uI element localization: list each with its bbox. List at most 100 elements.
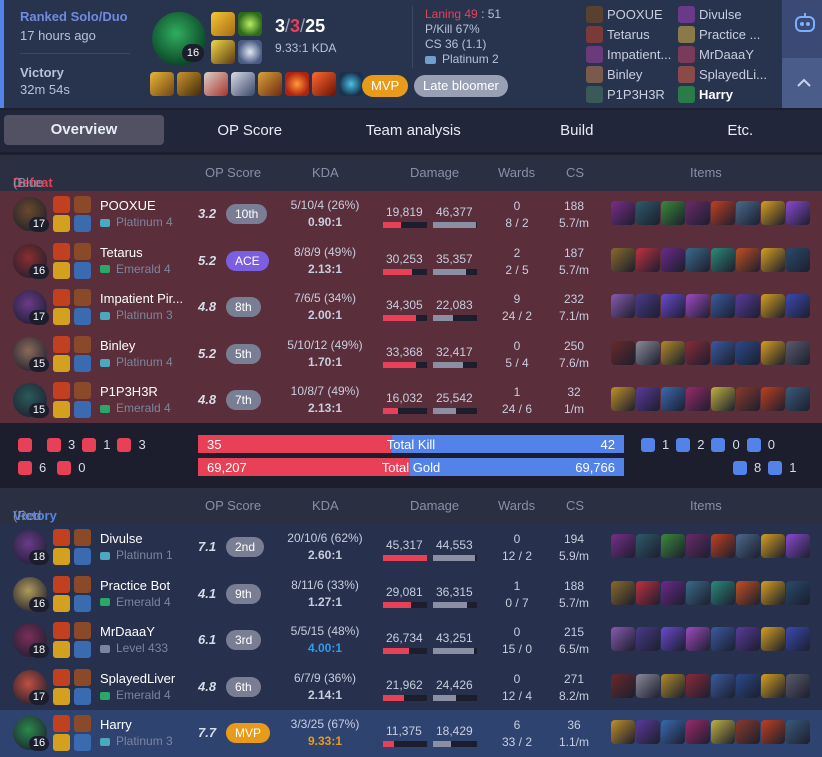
list-player[interactable]: Binley (586, 64, 671, 84)
item-icon[interactable] (786, 720, 810, 745)
item-icon[interactable] (661, 627, 685, 652)
table-row[interactable]: 17 SplayedLiver Emerald 4 4.8 6th 6/7/9 … (0, 663, 822, 711)
secondary-rune-icon[interactable] (74, 354, 91, 372)
table-row[interactable]: 18 MrDaaaY Level 433 6.1 3rd 5/5/15 (48%… (0, 617, 822, 664)
item-icon[interactable] (761, 340, 785, 365)
keystone-rune-icon[interactable] (74, 242, 91, 260)
item-icon[interactable] (611, 580, 635, 605)
list-player[interactable]: Divulse (678, 4, 767, 24)
table-row[interactable]: 16 Practice Bot Emerald 4 4.1 9th 8/11/6… (0, 570, 822, 618)
item-icon[interactable] (786, 387, 810, 412)
item-icon[interactable] (711, 201, 735, 225)
secondary-rune-icon[interactable] (74, 215, 91, 232)
item-icon[interactable] (204, 72, 228, 96)
keystone-rune-icon[interactable] (74, 382, 91, 400)
item-icon[interactable] (661, 720, 685, 745)
item-icon[interactable] (761, 294, 785, 319)
keystone-rune-icon[interactable] (74, 575, 91, 593)
tab-build[interactable]: Build (495, 110, 659, 152)
item-icon[interactable] (761, 387, 785, 412)
list-player[interactable]: MrDaaaY (678, 44, 767, 64)
summoner-spell-icon[interactable] (53, 668, 70, 686)
item-icon[interactable] (786, 294, 810, 319)
player-name[interactable]: SplayedLiver (100, 671, 175, 686)
player-name[interactable]: Harry (100, 717, 132, 732)
summoner-spell-icon[interactable] (53, 401, 70, 419)
item-icon[interactable] (736, 580, 760, 605)
item-icon[interactable] (611, 534, 635, 558)
list-player[interactable]: Tetarus (586, 24, 671, 44)
summoner-spell-icon[interactable] (53, 382, 70, 400)
summoner-spell-icon[interactable] (53, 575, 70, 593)
item-icon[interactable] (736, 387, 760, 412)
item-icon[interactable] (177, 72, 201, 96)
keystone-rune-icon[interactable] (74, 196, 91, 213)
player-name[interactable]: Practice Bot (100, 578, 170, 593)
item-icon[interactable] (686, 387, 710, 412)
summoner-spell-icon[interactable] (53, 622, 70, 640)
list-player[interactable]: Harry (678, 84, 767, 104)
item-icon[interactable] (711, 534, 735, 558)
list-player[interactable]: P1P3H3R (586, 84, 671, 104)
keystone-rune-icon[interactable] (74, 289, 91, 307)
item-icon[interactable] (636, 201, 660, 225)
summoner-spell-icon[interactable] (53, 354, 70, 372)
player-name[interactable]: Tetarus (100, 245, 143, 260)
summoner-spell-icon[interactable] (53, 196, 70, 213)
item-icon[interactable] (636, 294, 660, 319)
list-player[interactable]: Impatient... (586, 44, 671, 64)
item-icon[interactable] (636, 387, 660, 412)
item-icon[interactable] (636, 247, 660, 272)
keystone-rune-icon[interactable] (74, 529, 91, 546)
item-icon[interactable] (736, 627, 760, 652)
item-icon[interactable] (711, 340, 735, 365)
secondary-rune-icon[interactable] (74, 734, 91, 752)
item-icon[interactable] (736, 340, 760, 365)
item-icon[interactable] (661, 294, 685, 319)
tab-team-analysis[interactable]: Team analysis (332, 110, 496, 152)
secondary-rune-icon[interactable] (74, 261, 91, 279)
player-name[interactable]: Impatient Pir... (100, 291, 183, 306)
item-icon[interactable] (736, 201, 760, 225)
summoner-spell-icon[interactable] (53, 594, 70, 612)
item-icon[interactable] (711, 294, 735, 319)
list-player[interactable]: Practice ... (678, 24, 767, 44)
table-row[interactable]: 15 P1P3H3R Emerald 4 4.8 7th 10/8/7 (49%… (0, 377, 822, 424)
summoner-spell-icon[interactable] (53, 687, 70, 705)
item-icon[interactable] (761, 534, 785, 558)
item-icon[interactable] (786, 673, 810, 698)
item-icon[interactable] (761, 580, 785, 605)
item-icon[interactable] (786, 247, 810, 272)
item-icon[interactable] (636, 673, 660, 698)
item-icon[interactable] (686, 580, 710, 605)
item-icon[interactable] (611, 720, 635, 745)
item-icon[interactable] (711, 580, 735, 605)
item-icon[interactable] (611, 673, 635, 698)
list-player[interactable]: SplayedLi... (678, 64, 767, 84)
summoner-spell-icon[interactable] (53, 335, 70, 353)
player-name[interactable]: Divulse (100, 531, 143, 546)
item-icon[interactable] (686, 340, 710, 365)
item-icon[interactable] (231, 72, 255, 96)
item-icon[interactable] (312, 72, 336, 96)
keystone-rune-icon[interactable] (74, 715, 91, 733)
table-row[interactable]: 17 POOXUE Platinum 4 3.2 10th 5/10/4 (26… (0, 191, 822, 238)
item-icon[interactable] (686, 247, 710, 272)
secondary-rune-icon[interactable] (74, 687, 91, 705)
keystone-rune-icon[interactable] (211, 40, 235, 64)
item-icon[interactable] (611, 294, 635, 319)
secondary-rune-icon[interactable] (74, 308, 91, 326)
item-icon[interactable] (611, 247, 635, 272)
item-icon[interactable] (636, 340, 660, 365)
player-name[interactable]: POOXUE (100, 198, 156, 213)
item-icon[interactable] (661, 387, 685, 412)
table-row[interactable]: 16 Tetarus Emerald 4 5.2 ACE 8/8/9 (49%)… (0, 237, 822, 285)
summoner-spell-icon[interactable] (53, 289, 70, 307)
item-icon[interactable] (711, 720, 735, 745)
summoner-spell-flash-icon[interactable] (211, 12, 235, 36)
item-icon[interactable] (611, 340, 635, 365)
item-icon[interactable] (636, 580, 660, 605)
item-icon[interactable] (285, 72, 309, 96)
summoner-spell-icon[interactable] (53, 261, 70, 279)
secondary-rune-icon[interactable] (74, 548, 91, 565)
